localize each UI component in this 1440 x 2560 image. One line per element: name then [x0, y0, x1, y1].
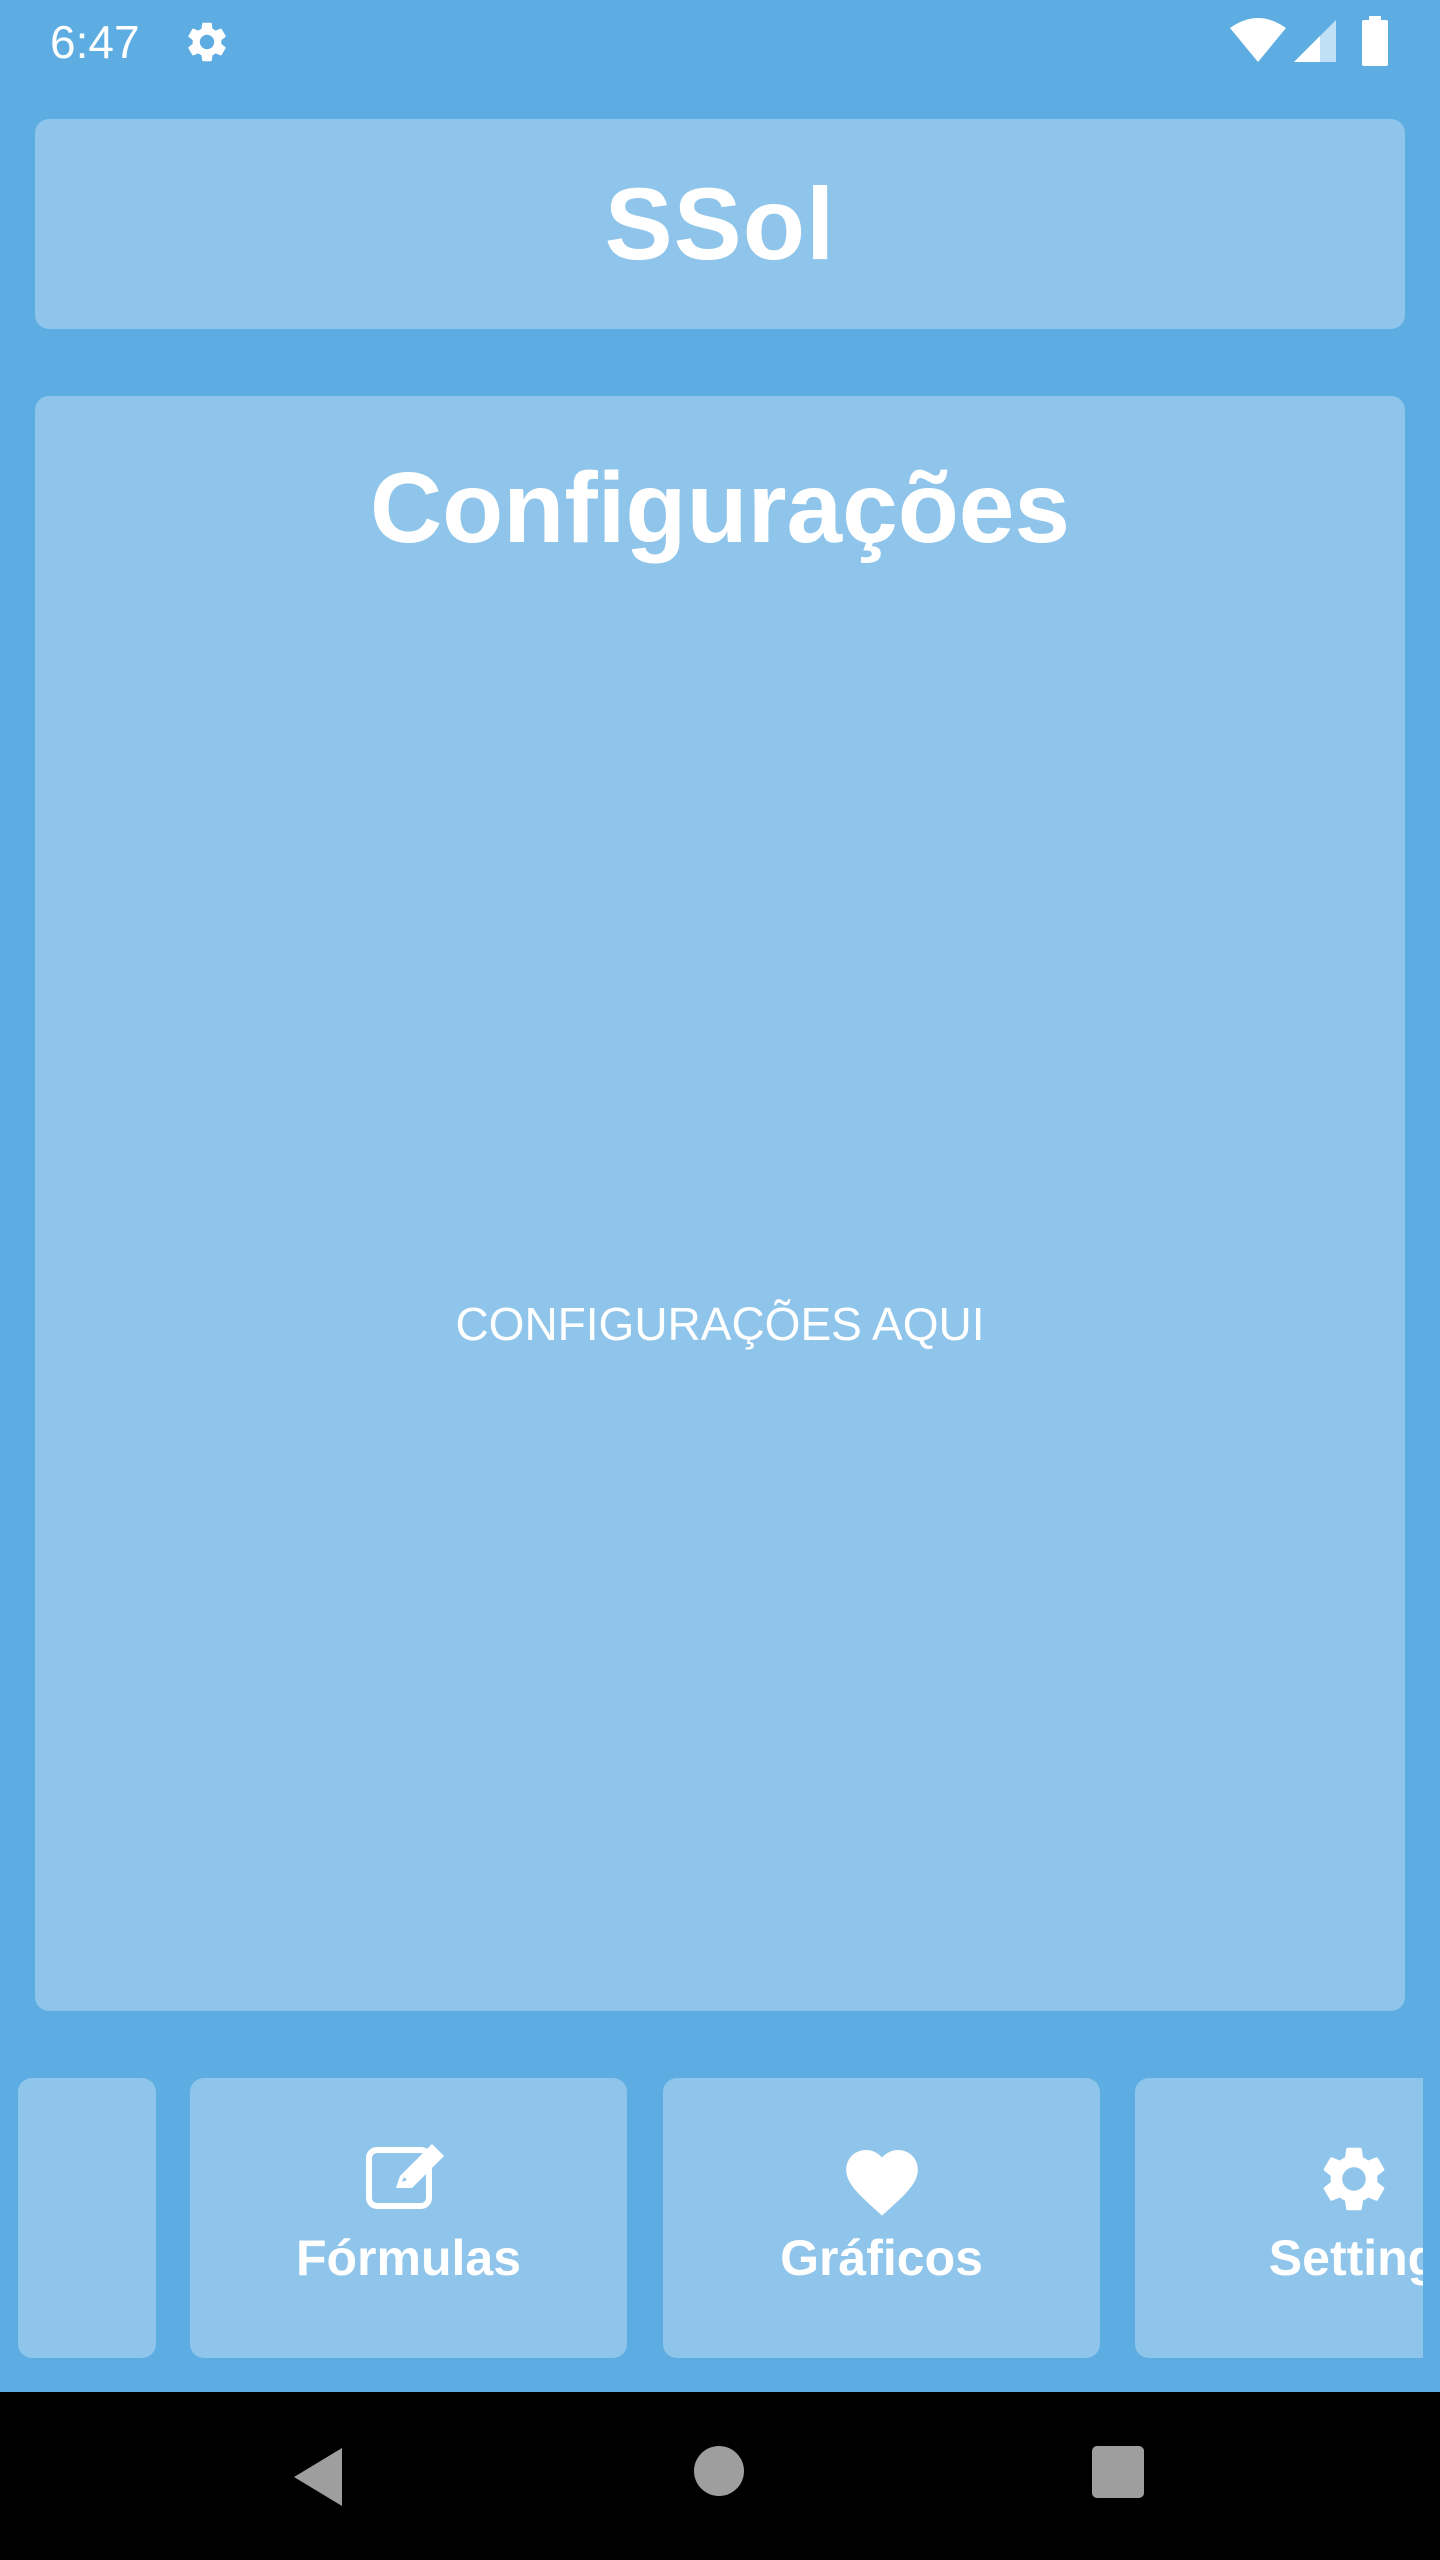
edit-icon [365, 2144, 444, 2209]
bottom-tab-bar: as Fórmulas Gráficos Setting [18, 2078, 1423, 2358]
settings-panel: Configurações CONFIGURAÇÕES AQUI [35, 396, 1405, 2011]
page-title: Configurações [369, 452, 1071, 564]
tab-label: Fórmulas [295, 2230, 522, 2286]
tab-label: Gráficos [780, 2230, 983, 2286]
settings-placeholder-text: CONFIGURAÇÕES AQUI [455, 1298, 985, 1350]
gear-icon [188, 22, 226, 62]
home-button[interactable] [694, 2446, 744, 2496]
battery-icon [1362, 16, 1388, 66]
status-time: 6:47 [50, 16, 140, 68]
status-bar: 6:47 [0, 0, 1440, 84]
tab-settings[interactable]: Setting [1135, 2078, 1423, 2358]
tab-formulas[interactable]: Fórmulas [190, 2078, 627, 2358]
back-button[interactable] [290, 2446, 346, 2508]
app-title: SSol [604, 166, 836, 281]
recents-button[interactable] [1092, 2446, 1144, 2498]
gear-icon [1323, 2147, 1384, 2211]
app-header: SSol [35, 119, 1405, 329]
tab-label: Setting [1268, 2230, 1423, 2286]
tab-partial-left[interactable]: as [18, 2078, 156, 2358]
cell-signal-icon [1294, 20, 1336, 62]
wifi-icon [1230, 18, 1286, 62]
system-nav-bar [0, 2392, 1440, 2560]
tab-graficos[interactable]: Gráficos [663, 2078, 1100, 2358]
heart-icon [845, 2150, 918, 2216]
